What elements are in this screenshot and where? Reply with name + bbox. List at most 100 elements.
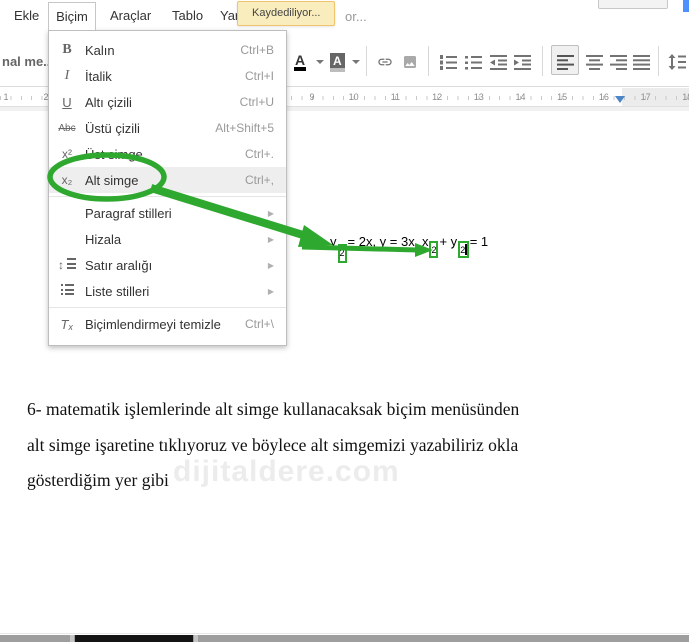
decrease-indent-icon[interactable] bbox=[490, 51, 507, 73]
justify-icon[interactable] bbox=[633, 51, 650, 73]
share-button[interactable] bbox=[683, 0, 689, 12]
bulleted-list-icon[interactable] bbox=[465, 51, 482, 73]
menu-bicim-open[interactable]: Biçim bbox=[48, 2, 96, 30]
menu-item-label: İtalik bbox=[85, 68, 112, 84]
text-color-dropdown-arrow[interactable] bbox=[316, 51, 324, 73]
format-menu-panel: B Kalın Ctrl+B I İtalik Ctrl+I U Altı çi… bbox=[48, 30, 287, 346]
bottom-divider bbox=[0, 633, 689, 634]
menu-item-label: Üstü çizili bbox=[85, 120, 140, 136]
menu-item-label: Kalın bbox=[85, 42, 115, 58]
equation-part: + y bbox=[439, 234, 458, 249]
menubar: Ekle Biçim Araçlar Tablo Yard or... Kayd… bbox=[0, 0, 689, 30]
line-spacing-icon[interactable] bbox=[668, 51, 686, 73]
equation-text[interactable]: y2= 2x, y = 3x, x2+ y2= 1 bbox=[330, 234, 488, 263]
menu-item-ust-simge[interactable]: x² Üst simge Ctrl+. bbox=[49, 141, 286, 167]
italic-icon: I bbox=[64, 68, 70, 83]
insert-image-icon[interactable] bbox=[401, 51, 419, 73]
menu-item-ustu-cizili[interactable]: Abc Üstü çizili Alt+Shift+5 bbox=[49, 115, 286, 141]
list-styles-icon bbox=[49, 284, 85, 298]
menu-item-alt-simge[interactable]: x₂ Alt simge Ctrl+, bbox=[49, 167, 286, 193]
menu-separator bbox=[49, 307, 286, 308]
menu-item-shortcut: Ctrl+. bbox=[244, 147, 274, 161]
menu-item-paragraf-stilleri[interactable]: Paragraf stilleri ▶ bbox=[49, 200, 286, 226]
clear-formatting-icon: Tₓ bbox=[60, 316, 74, 332]
subscript-box-3: 2 bbox=[458, 241, 469, 258]
menu-item-shortcut: Ctrl+U bbox=[239, 95, 274, 109]
text-cursor bbox=[465, 244, 467, 255]
menu-araclar[interactable]: Araçlar bbox=[110, 8, 151, 23]
ruler-number: 16 bbox=[598, 92, 609, 102]
menu-item-label: Üst simge bbox=[85, 146, 143, 162]
menu-item-satir-araligi[interactable]: ↕ Satır aralığı ▶ bbox=[49, 252, 286, 278]
google-docs-window: Ekle Biçim Araçlar Tablo Yard or... Kayd… bbox=[0, 0, 689, 642]
text-color-button[interactable]: A bbox=[294, 51, 307, 73]
toolbar-separator bbox=[658, 46, 659, 76]
align-center-icon[interactable] bbox=[586, 51, 603, 73]
increase-indent-icon[interactable] bbox=[514, 51, 531, 73]
superscript-icon: x² bbox=[62, 147, 72, 161]
menu-tablo[interactable]: Tablo bbox=[172, 8, 203, 23]
paragraph-line: 6- matematik işlemlerinde alt simge kull… bbox=[27, 399, 520, 419]
ruler-number: 11 bbox=[390, 92, 401, 102]
menu-item-label: Alt simge bbox=[85, 172, 139, 188]
paragraph-style-dropdown[interactable]: nal me... bbox=[2, 54, 54, 69]
right-indent-marker[interactable] bbox=[615, 96, 625, 103]
submenu-arrow-icon: ▶ bbox=[267, 260, 274, 270]
menu-item-hizala[interactable]: Hizala ▶ bbox=[49, 226, 286, 252]
toolbar-separator bbox=[542, 46, 543, 76]
ruler-number: 18 bbox=[682, 92, 689, 102]
subscript-box-2: 2 bbox=[429, 241, 439, 258]
menu-item-bicimlendirmeyi-temizle[interactable]: Tₓ Biçimlendirmeyi temizle Ctrl+\ bbox=[49, 311, 286, 337]
line-spacing-icon: ↕ bbox=[49, 258, 85, 272]
strikethrough-icon: Abc bbox=[58, 122, 76, 134]
document-paragraph[interactable]: 6- matematik işlemlerinde alt simge kull… bbox=[27, 392, 642, 499]
paragraph-line: alt simge işaretine tıklıyoruz ve böylec… bbox=[27, 434, 519, 455]
paragraph-line: gösterdiğim yer gibi bbox=[27, 470, 169, 490]
numbered-list-icon[interactable] bbox=[440, 51, 457, 73]
menu-item-kalin[interactable]: B Kalın Ctrl+B bbox=[49, 37, 286, 63]
menu-item-shortcut: Ctrl+\ bbox=[244, 317, 274, 331]
underline-icon: U bbox=[62, 94, 72, 110]
align-left-icon[interactable] bbox=[557, 51, 574, 73]
insert-link-icon[interactable] bbox=[374, 51, 396, 73]
menu-separator bbox=[49, 196, 286, 197]
bold-icon: B bbox=[62, 42, 72, 57]
menu-ekle[interactable]: Ekle bbox=[14, 8, 39, 23]
menu-item-shortcut: Ctrl+I bbox=[244, 69, 274, 83]
saving-badge: Kaydediliyor... bbox=[237, 1, 336, 26]
submenu-arrow-icon: ▶ bbox=[267, 208, 274, 218]
ruler-number: 10 bbox=[348, 92, 359, 102]
ruler-number: 15 bbox=[557, 92, 568, 102]
align-right-icon[interactable] bbox=[610, 51, 627, 73]
subscript-icon: x₂ bbox=[61, 173, 73, 187]
menu-item-shortcut: Ctrl+B bbox=[240, 43, 274, 57]
menu-item-label: Paragraf stilleri bbox=[85, 205, 172, 221]
saving-status-text: or... bbox=[345, 9, 367, 24]
menu-item-alti-cizili[interactable]: U Altı çizili Ctrl+U bbox=[49, 89, 286, 115]
scrollbar-gap bbox=[70, 635, 74, 642]
menu-item-label: Biçimlendirmeyi temizle bbox=[85, 316, 221, 332]
ruler-number: 14 bbox=[515, 92, 526, 102]
comments-button[interactable] bbox=[598, 0, 668, 9]
menu-item-label: Liste stilleri bbox=[85, 283, 150, 299]
subscript-box-1: 2 bbox=[337, 244, 347, 263]
menu-item-shortcut: Ctrl+, bbox=[244, 173, 274, 187]
submenu-arrow-icon: ▶ bbox=[267, 234, 274, 244]
bottom-scrollbar[interactable] bbox=[0, 635, 689, 642]
ruler-number: 13 bbox=[473, 92, 484, 102]
scrollbar-gap bbox=[194, 635, 198, 642]
menu-item-label: Altı çizili bbox=[85, 94, 132, 110]
highlight-color-button[interactable]: A bbox=[330, 51, 345, 73]
highlight-color-dropdown-arrow[interactable] bbox=[352, 51, 360, 73]
menu-item-italik[interactable]: I İtalik Ctrl+I bbox=[49, 63, 286, 89]
ruler-number: 9 bbox=[309, 92, 315, 102]
toolbar-separator bbox=[428, 46, 429, 76]
menu-item-shortcut: Alt+Shift+5 bbox=[215, 121, 274, 135]
ruler-number: 17 bbox=[640, 92, 651, 102]
submenu-arrow-icon: ▶ bbox=[267, 286, 274, 296]
arrow-annotation-1-head bbox=[298, 225, 333, 247]
equation-part: y bbox=[330, 234, 337, 249]
ruler-number: 1 bbox=[3, 92, 9, 102]
scrollbar-thumb[interactable] bbox=[75, 635, 193, 642]
menu-item-liste-stilleri[interactable]: Liste stilleri ▶ bbox=[49, 278, 286, 304]
